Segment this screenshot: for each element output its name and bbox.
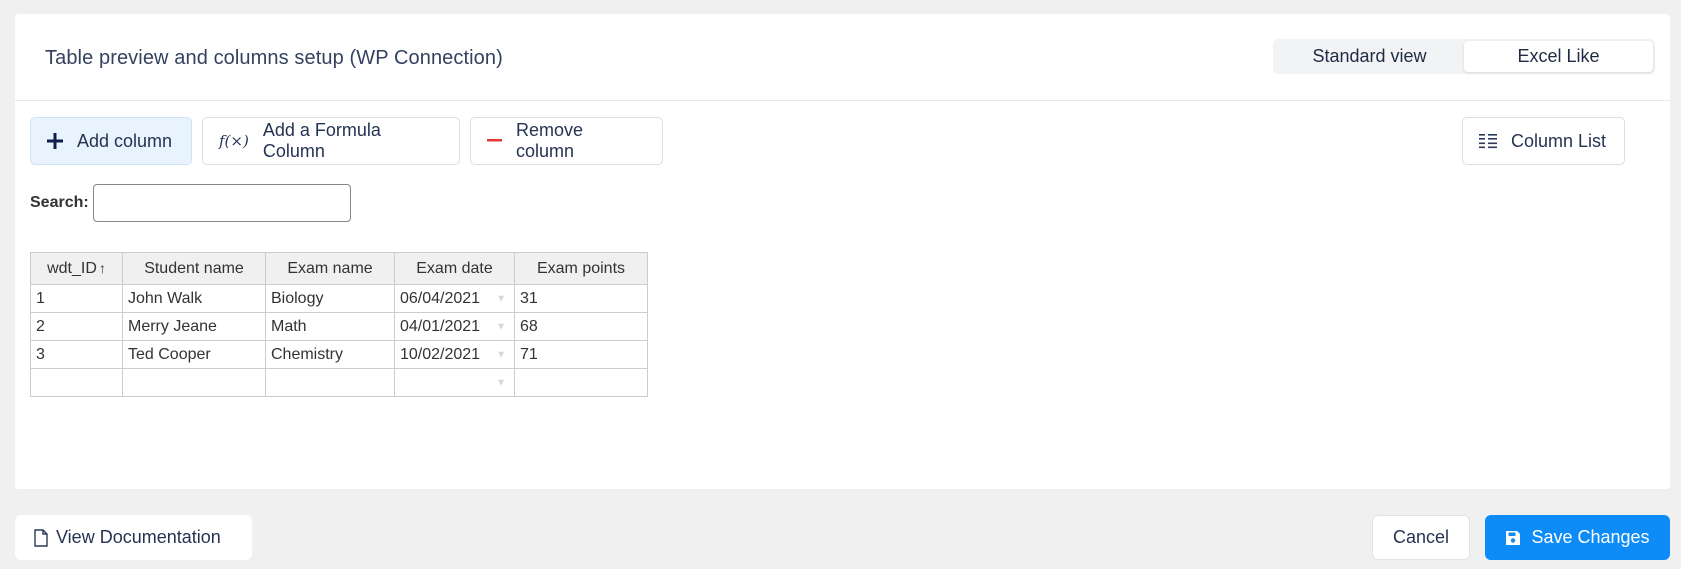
save-changes-label: Save Changes xyxy=(1531,527,1650,547)
table-header-row: wdt_ID ↑ Student name Exam name Exam date… xyxy=(30,252,648,285)
cell-student-name[interactable]: Ted Cooper xyxy=(122,340,266,369)
sort-ascending-icon: ↑ xyxy=(98,259,106,276)
cell-exam-name[interactable]: Chemistry xyxy=(265,340,395,369)
dropdown-arrow-icon[interactable]: ▼ xyxy=(496,321,506,332)
dropdown-arrow-icon[interactable]: ▼ xyxy=(496,293,506,304)
cell-exam-name[interactable] xyxy=(265,368,395,397)
cell-id[interactable] xyxy=(30,368,123,397)
add-formula-column-label: Add a Formula Column xyxy=(262,120,381,161)
remove-column-label: Remove column xyxy=(516,120,584,161)
cell-student-name[interactable]: John Walk xyxy=(122,284,266,313)
panel-title: Table preview and columns setup (WP Conn… xyxy=(45,47,503,69)
view-documentation-label: View Documentation xyxy=(56,527,221,547)
column-header-exam-date[interactable]: Exam date xyxy=(394,252,515,285)
table-row-empty: ▼ xyxy=(30,368,648,397)
cell-exam-date[interactable]: ▼ xyxy=(394,368,515,397)
view-toggle: Standard view Excel Like xyxy=(1273,39,1655,74)
plus-icon xyxy=(47,133,63,149)
minus-icon xyxy=(487,139,502,143)
column-list-button[interactable]: Column List xyxy=(1462,117,1625,165)
column-header-exam-name[interactable]: Exam name xyxy=(265,252,395,285)
cell-exam-points[interactable]: 31 xyxy=(514,284,648,313)
dropdown-arrow-icon[interactable]: ▼ xyxy=(496,349,506,360)
column-header-student-name[interactable]: Student name xyxy=(122,252,266,285)
list-icon xyxy=(1479,133,1497,149)
cell-exam-points[interactable]: 71 xyxy=(514,340,648,369)
save-icon xyxy=(1505,530,1521,546)
panel-header: Table preview and columns setup (WP Conn… xyxy=(15,14,1670,101)
search-row: Search: xyxy=(30,184,351,222)
table-row: 2 Merry Jeane Math 04/01/2021 ▼ 68 xyxy=(30,312,648,341)
dropdown-arrow-icon[interactable]: ▼ xyxy=(496,377,506,388)
cell-id[interactable]: 3 xyxy=(30,340,123,369)
cell-id[interactable]: 1 xyxy=(30,284,123,313)
function-icon: f(×) xyxy=(219,132,249,150)
cell-exam-points[interactable] xyxy=(514,368,648,397)
data-table: wdt_ID ↑ Student name Exam name Exam date… xyxy=(30,252,648,397)
column-header-exam-points[interactable]: Exam points xyxy=(514,252,648,285)
cell-student-name[interactable] xyxy=(122,368,266,397)
remove-column-button[interactable]: Remove column xyxy=(470,117,663,165)
table-row: 3 Ted Cooper Chemistry 10/02/2021 ▼ 71 xyxy=(30,340,648,369)
cell-exam-date[interactable]: 10/02/2021 ▼ xyxy=(394,340,515,369)
excel-like-tab[interactable]: Excel Like xyxy=(1464,41,1653,72)
cell-exam-name[interactable]: Math xyxy=(265,312,395,341)
save-changes-button[interactable]: Save Changes xyxy=(1485,515,1670,560)
add-formula-column-button[interactable]: f(×) Add a Formula Column xyxy=(202,117,460,165)
add-column-label: Add column xyxy=(77,130,173,151)
cell-exam-name[interactable]: Biology xyxy=(265,284,395,313)
standard-view-tab[interactable]: Standard view xyxy=(1275,41,1464,72)
cell-exam-points[interactable]: 68 xyxy=(514,312,648,341)
column-header-wdt-id[interactable]: wdt_ID ↑ xyxy=(30,252,123,285)
table-row: 1 John Walk Biology 06/04/2021 ▼ 31 xyxy=(30,284,648,313)
cell-exam-date[interactable]: 04/01/2021 ▼ xyxy=(394,312,515,341)
add-column-button[interactable]: Add column xyxy=(30,117,192,165)
search-label: Search: xyxy=(30,194,89,211)
column-list-label: Column List xyxy=(1511,130,1607,151)
cell-id[interactable]: 2 xyxy=(30,312,123,341)
cancel-button[interactable]: Cancel xyxy=(1372,515,1470,560)
cell-exam-date[interactable]: 06/04/2021 ▼ xyxy=(394,284,515,313)
document-icon xyxy=(34,528,48,547)
view-documentation-button[interactable]: View Documentation xyxy=(15,515,252,560)
search-input[interactable] xyxy=(92,184,351,222)
cell-student-name[interactable]: Merry Jeane xyxy=(122,312,266,341)
